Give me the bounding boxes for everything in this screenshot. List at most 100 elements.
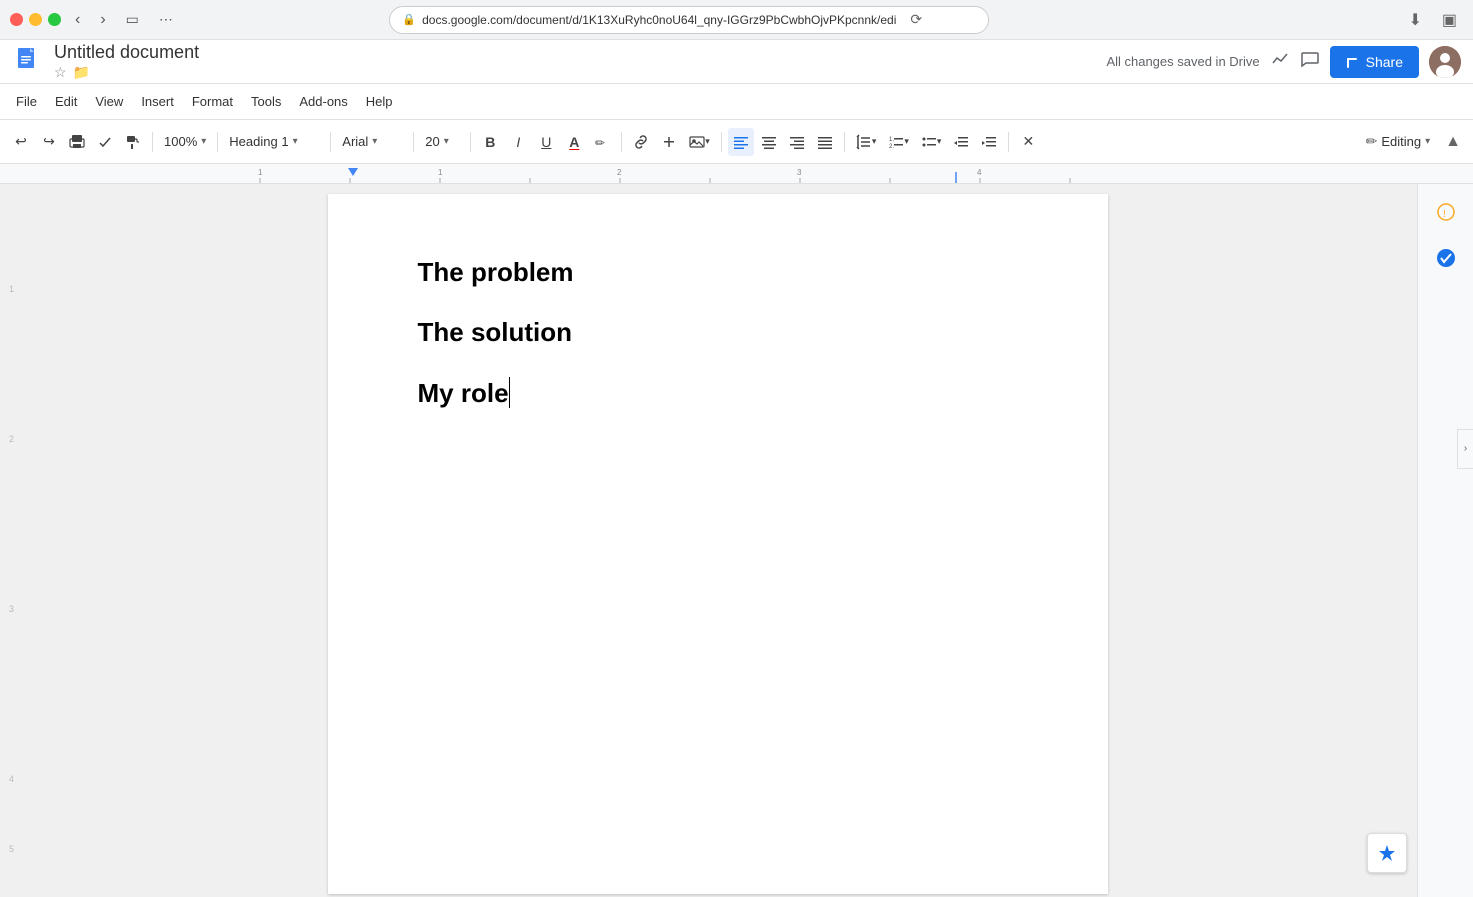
zoom-value: 100% <box>164 134 197 149</box>
image-dropdown-arrow: ▾ <box>705 136 710 147</box>
undo-button[interactable]: ↩ <box>8 128 34 156</box>
spellcheck-button[interactable] <box>92 128 118 156</box>
collapse-toolbar-button[interactable]: ▲ <box>1441 131 1465 153</box>
share-button[interactable]: Share <box>1330 46 1419 78</box>
bulleted-list-arrow: ▾ <box>937 136 942 147</box>
explore-button[interactable]: ! <box>1428 194 1464 230</box>
style-value: Heading 1 <box>229 134 288 149</box>
font-arrow: ▾ <box>372 136 377 147</box>
toolbar-divider-2 <box>217 132 218 152</box>
underline-button[interactable]: U <box>533 128 559 156</box>
lock-icon: 🔒 <box>402 13 416 26</box>
traffic-lights <box>10 13 61 26</box>
tab-overview-button[interactable]: ⋯ <box>153 9 179 30</box>
print-button[interactable] <box>64 128 90 156</box>
heading-1[interactable]: The problem <box>418 254 1018 290</box>
bulleted-list-button[interactable]: ▾ <box>916 128 947 156</box>
text-cursor <box>509 377 510 408</box>
user-avatar[interactable] <box>1429 46 1461 78</box>
fullscreen-button[interactable] <box>48 13 61 26</box>
download-button[interactable]: ⬇ <box>1402 8 1427 32</box>
reload-button[interactable]: ⟳ <box>910 11 922 28</box>
fontsize-value: 20 <box>425 134 439 149</box>
align-right-button[interactable] <box>784 128 810 156</box>
gutter-num-5: 5 <box>9 844 14 854</box>
toolbar-divider-4 <box>413 132 414 152</box>
numbered-list-button[interactable]: 1.2. ▾ <box>883 128 914 156</box>
link-button[interactable] <box>628 128 654 156</box>
back-button[interactable]: ‹ <box>69 9 86 31</box>
share-button-label: Share <box>1366 54 1403 70</box>
editing-mode-arrow: ▾ <box>1425 136 1430 147</box>
menu-format[interactable]: Format <box>184 90 241 113</box>
insert-special-button[interactable] <box>656 128 682 156</box>
redo-button[interactable]: ↪ <box>36 128 62 156</box>
document-page[interactable]: The problem The solution My role <box>328 194 1108 894</box>
app-bar: Untitled document ☆ 📁 All changes saved … <box>0 40 1473 84</box>
toolbar-divider-5 <box>470 132 471 152</box>
italic-button[interactable]: I <box>505 128 531 156</box>
menu-file[interactable]: File <box>8 90 45 113</box>
minimize-button[interactable] <box>29 13 42 26</box>
left-gutter: 1 2 3 4 5 <box>0 184 18 897</box>
menu-view[interactable]: View <box>87 90 131 113</box>
titlebar-right: ⬇ ▣ <box>1402 8 1463 32</box>
right-sidebar: ! <box>1417 184 1473 897</box>
align-center-button[interactable] <box>756 128 782 156</box>
gutter-num-3: 3 <box>9 604 14 614</box>
address-bar[interactable]: 🔒 docs.google.com/document/d/1K13XuRyhc0… <box>389 6 989 34</box>
line-spacing-button[interactable]: ▾ <box>851 128 882 156</box>
ai-assistant-button[interactable] <box>1367 833 1407 873</box>
comments-button[interactable] <box>1300 49 1320 74</box>
numbered-list-arrow: ▾ <box>904 136 909 147</box>
fontsize-select[interactable]: 20 ▾ <box>420 128 464 156</box>
saved-status: All changes saved in Drive <box>1106 54 1259 69</box>
menu-help[interactable]: Help <box>358 90 401 113</box>
menu-edit[interactable]: Edit <box>47 90 85 113</box>
menu-tools[interactable]: Tools <box>243 90 289 113</box>
activity-dashboard-button[interactable] <box>1270 49 1290 74</box>
doc-title[interactable]: Untitled document <box>54 42 199 63</box>
split-view-button[interactable]: ▣ <box>1436 8 1463 32</box>
url-text: docs.google.com/document/d/1K13XuRyhc0no… <box>422 13 896 27</box>
heading-2[interactable]: The solution <box>418 314 1018 350</box>
bold-button[interactable]: B <box>477 128 503 156</box>
expand-sidebar-button[interactable]: › <box>1457 429 1473 469</box>
svg-text:2: 2 <box>617 168 622 177</box>
grammarly-button[interactable] <box>1428 240 1464 276</box>
svg-text:✏: ✏ <box>595 136 605 150</box>
svg-text:4: 4 <box>977 168 982 177</box>
style-select[interactable]: Heading 1 ▾ <box>224 128 324 156</box>
insert-image-button[interactable]: ▾ <box>684 128 715 156</box>
sidebar-toggle-button[interactable]: ▭ <box>120 9 145 30</box>
justify-button[interactable] <box>812 128 838 156</box>
zoom-arrow: ▾ <box>201 136 206 147</box>
ruler-svg: 1 1 2 3 4 <box>0 164 1473 184</box>
toolbar-divider-6 <box>621 132 622 152</box>
svg-text:1: 1 <box>438 168 443 177</box>
toolbar-divider-9 <box>1008 132 1009 152</box>
gutter-num-2: 2 <box>9 434 14 444</box>
text-color-button[interactable]: A <box>561 128 587 156</box>
clear-formatting-button[interactable]: ✕ <box>1015 128 1041 156</box>
style-arrow: ▾ <box>293 136 298 147</box>
heading-3[interactable]: My role <box>418 375 1018 411</box>
folder-icon[interactable]: 📁 <box>73 64 90 81</box>
forward-button[interactable]: › <box>94 9 111 31</box>
close-button[interactable] <box>10 13 23 26</box>
format-paint-button[interactable] <box>120 128 146 156</box>
indent-less-button[interactable] <box>948 128 974 156</box>
zoom-select[interactable]: 100% ▾ <box>159 128 211 156</box>
highlight-button[interactable]: ✏ <box>589 128 615 156</box>
svg-text:1: 1 <box>258 168 263 177</box>
main-layout: 1 2 3 4 5 The problem The solution My ro… <box>0 184 1473 897</box>
menu-bar: File Edit View Insert Format Tools Add-o… <box>0 84 1473 120</box>
svg-text:2.: 2. <box>889 144 894 150</box>
star-icon[interactable]: ☆ <box>54 64 67 81</box>
indent-more-button[interactable] <box>976 128 1002 156</box>
font-select[interactable]: Arial ▾ <box>337 128 407 156</box>
menu-addons[interactable]: Add-ons <box>291 90 355 113</box>
align-left-button[interactable] <box>728 128 754 156</box>
menu-insert[interactable]: Insert <box>133 90 182 113</box>
editing-mode-selector[interactable]: ✏ Editing ▾ <box>1357 130 1440 153</box>
